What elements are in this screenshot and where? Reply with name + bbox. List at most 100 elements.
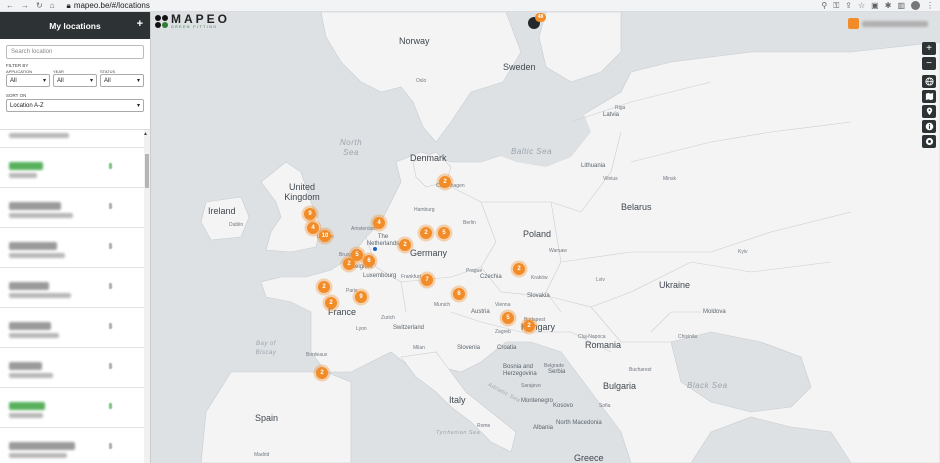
sea-label: Tyrrhenian Sea bbox=[436, 430, 481, 436]
sea-label: Black Sea bbox=[687, 381, 728, 390]
locations-sidebar: My locations + Search location FILTER BY… bbox=[0, 12, 151, 463]
application-select[interactable]: All ▾ bbox=[6, 74, 50, 87]
city-label: Lyon bbox=[356, 326, 367, 332]
scroll-thumb[interactable] bbox=[145, 154, 149, 188]
country-label: Denmark bbox=[410, 153, 447, 163]
city-label: Zurich bbox=[381, 315, 395, 321]
sort-select[interactable]: Location A-Z ▾ bbox=[6, 99, 144, 112]
filter-by-label: FILTER BY bbox=[6, 63, 29, 68]
map-cluster-marker-dark[interactable]: 48 bbox=[528, 13, 546, 29]
year-select[interactable]: All ▾ bbox=[53, 74, 97, 87]
address-bar[interactable]: 🔒︎ mapeo.be/#/locations bbox=[67, 1, 150, 11]
map-cluster-marker[interactable]: 2 bbox=[420, 227, 432, 239]
chevron-down-icon: ▾ bbox=[136, 103, 140, 109]
zoom-out-button[interactable]: − bbox=[922, 57, 936, 70]
map-cluster-marker[interactable]: 4 bbox=[307, 222, 319, 234]
country-label: Montenegro bbox=[521, 398, 554, 404]
search-input[interactable]: Search location bbox=[6, 45, 144, 59]
profile-avatar[interactable] bbox=[911, 1, 920, 10]
list-item[interactable] bbox=[0, 228, 144, 268]
globe-icon[interactable] bbox=[922, 75, 936, 88]
city-label: Chișinău bbox=[678, 334, 698, 340]
list-item[interactable] bbox=[0, 388, 144, 428]
add-location-button[interactable]: + bbox=[137, 18, 143, 30]
sort-label: SORT ON bbox=[6, 93, 27, 98]
user-icon bbox=[848, 18, 859, 29]
info-icon[interactable] bbox=[922, 120, 936, 133]
city-label: Prague bbox=[466, 268, 483, 274]
country-label: The Netherlands bbox=[366, 234, 400, 247]
puzzle-icon[interactable]: ✱ bbox=[885, 1, 892, 10]
map-cluster-marker[interactable]: 7 bbox=[421, 274, 433, 286]
sidebar-header: My locations + bbox=[0, 12, 150, 39]
forward-icon[interactable]: → bbox=[21, 1, 29, 10]
country-label: Poland bbox=[523, 229, 552, 239]
city-label: Frankfurt bbox=[401, 274, 422, 280]
user-menu[interactable] bbox=[848, 18, 928, 29]
key-icon[interactable]: ⚿ bbox=[833, 1, 839, 11]
map-cluster-marker[interactable]: 5 bbox=[438, 227, 450, 239]
back-icon[interactable]: ← bbox=[6, 1, 14, 10]
map-cluster-marker[interactable]: 2 bbox=[316, 367, 328, 379]
bookmark-star-icon[interactable]: ☆ bbox=[858, 1, 865, 10]
url-text: mapeo.be/#/locations bbox=[73, 1, 150, 10]
sea-label: Baltic Sea bbox=[511, 147, 553, 156]
mapeo-logo[interactable]: MAPEO GREEN FITTING bbox=[155, 13, 230, 29]
pin-icon[interactable] bbox=[922, 105, 936, 118]
map-cluster-marker[interactable]: 5 bbox=[502, 312, 514, 324]
city-label: Kraków bbox=[531, 275, 548, 281]
country-label: North Macedonia bbox=[556, 420, 602, 426]
map-cluster-marker[interactable]: 2 bbox=[439, 176, 451, 188]
list-item[interactable] bbox=[0, 148, 144, 188]
list-item[interactable] bbox=[0, 308, 144, 348]
list-item[interactable] bbox=[0, 348, 144, 388]
map-cluster-marker[interactable]: 9 bbox=[304, 208, 316, 220]
city-label: Rome bbox=[477, 423, 491, 429]
city-label: Warsaw bbox=[549, 248, 567, 254]
map-cluster-marker[interactable]: 6 bbox=[363, 255, 375, 267]
map-icon[interactable] bbox=[922, 90, 936, 103]
map-cluster-marker[interactable]: 2 bbox=[523, 320, 535, 332]
map-cluster-marker[interactable]: 10 bbox=[319, 230, 331, 242]
zoom-in-button[interactable]: + bbox=[922, 42, 936, 55]
share-icon[interactable]: ⇪ bbox=[845, 1, 852, 10]
country-label: Romania bbox=[585, 340, 622, 350]
map-cluster-marker[interactable]: 4 bbox=[373, 217, 385, 229]
list-item[interactable] bbox=[0, 268, 144, 308]
city-label: Kyiv bbox=[738, 249, 748, 255]
locate-icon[interactable] bbox=[922, 135, 936, 148]
city-label: Madrid bbox=[254, 452, 270, 458]
map-view[interactable]: Norway Sweden Denmark United Kingdom Ire… bbox=[151, 12, 940, 463]
status-select[interactable]: All ▾ bbox=[100, 74, 144, 87]
country-label: Germany bbox=[410, 248, 448, 258]
map-cluster-marker[interactable]: 2 bbox=[513, 263, 525, 275]
country-label: Slovakia bbox=[527, 293, 550, 299]
extension-icon[interactable]: ▣ bbox=[871, 1, 879, 10]
map-cluster-marker[interactable]: 2 bbox=[318, 281, 330, 293]
year-filter: YEAR All ▾ bbox=[53, 69, 97, 87]
country-label: Latvia bbox=[603, 112, 620, 118]
reload-icon[interactable]: ↻ bbox=[36, 1, 43, 10]
chevron-down-icon: ▾ bbox=[136, 78, 140, 84]
list-scrollbar[interactable]: ▲ bbox=[143, 130, 150, 463]
country-label: United Kingdom bbox=[284, 182, 320, 202]
map-cluster-marker[interactable]: 2 bbox=[399, 239, 411, 251]
sidepanel-icon[interactable]: ▥ bbox=[897, 1, 905, 10]
map-cluster-marker[interactable]: 2 bbox=[325, 297, 337, 309]
list-item[interactable] bbox=[0, 428, 144, 463]
city-label: Cluj-Napoca bbox=[578, 334, 606, 340]
list-item[interactable] bbox=[0, 188, 144, 228]
list-item[interactable] bbox=[0, 130, 144, 148]
map-cluster-marker[interactable]: 9 bbox=[355, 291, 367, 303]
location-icon[interactable]: ⚲ bbox=[821, 1, 827, 10]
city-label: Hamburg bbox=[414, 207, 435, 213]
city-label: Vienna bbox=[495, 302, 511, 308]
map-cluster-marker[interactable]: 2 bbox=[343, 258, 355, 270]
home-icon[interactable]: ⌂ bbox=[50, 1, 55, 10]
scroll-up-icon[interactable]: ▲ bbox=[143, 131, 148, 137]
city-label: Zagreb bbox=[495, 329, 511, 335]
city-label: Sarajevo bbox=[521, 383, 541, 389]
location-list: ▲ bbox=[0, 129, 150, 463]
menu-icon[interactable]: ⋮ bbox=[926, 1, 934, 10]
map-cluster-marker[interactable]: 6 bbox=[453, 288, 465, 300]
